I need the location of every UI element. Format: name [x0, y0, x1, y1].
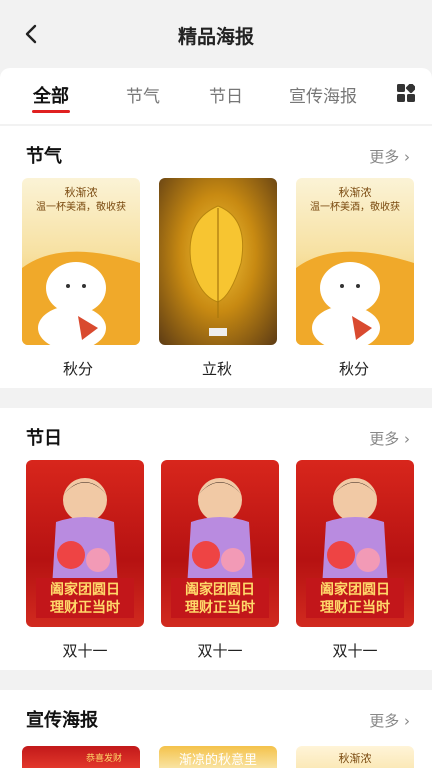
- poster-label: 双十一: [197, 642, 243, 660]
- svg-text:温一杯美酒，敬收获: 温一杯美酒，敬收获: [36, 200, 126, 213]
- section-title: 节气: [26, 146, 62, 167]
- svg-text:渐凉的秋意里: 渐凉的秋意里: [179, 752, 257, 768]
- more-link[interactable]: 更多 ›: [369, 146, 410, 167]
- poster-image: 阖家团圆日 理财正当时: [171, 478, 269, 618]
- svg-text:阖家团圆日: 阖家团圆日: [320, 581, 390, 598]
- poster-image: 恭喜发财: [86, 752, 122, 764]
- poster-card[interactable]: 渐凉的秋意里: [159, 746, 277, 768]
- grid-icon[interactable]: [397, 84, 415, 102]
- category-tab-bar: 全部 节气 节日 宣传海报: [0, 68, 432, 124]
- svg-text:阖家团圆日: 阖家团圆日: [50, 581, 120, 598]
- tab-all[interactable]: 全部: [33, 82, 69, 108]
- poster-image: 秋渐浓 温一杯美酒，敬收获: [22, 185, 140, 345]
- tab-promo-posters[interactable]: 宣传海报: [289, 82, 357, 107]
- poster-card[interactable]: 阖家团圆日 理财正当时: [161, 460, 279, 627]
- more-link[interactable]: 更多 ›: [369, 428, 410, 449]
- svg-text:秋渐浓: 秋渐浓: [339, 751, 372, 765]
- poster-card[interactable]: 秋渐浓 温一杯美酒，敬收获: [296, 178, 414, 345]
- section-promo-posters: 宣传海报 更多 › 恭喜发财 渐凉的秋意里 秋渐浓: [0, 690, 432, 768]
- page-title: 精品海报: [177, 26, 254, 48]
- poster-image: 阖家团圆日 理财正当时: [36, 478, 134, 618]
- poster-image: 阖家团圆日 理财正当时: [306, 478, 404, 618]
- svg-text:理财正当时: 理财正当时: [320, 599, 390, 616]
- svg-text:理财正当时: 理财正当时: [50, 599, 120, 616]
- active-tab-indicator: [32, 110, 70, 113]
- poster-label: 双十一: [62, 642, 108, 660]
- tab-festivals[interactable]: 节日: [209, 82, 243, 107]
- poster-card[interactable]: 秋渐浓 温一杯美酒，敬收获: [22, 178, 140, 345]
- svg-text:恭喜发财: 恭喜发财: [86, 752, 122, 764]
- poster-card[interactable]: [159, 178, 277, 345]
- poster-label: 秋分: [338, 360, 369, 378]
- section-title: 宣传海报: [26, 710, 98, 731]
- svg-text:理财正当时: 理财正当时: [185, 599, 255, 616]
- section-festivals: 节日 更多 › 阖家团圆日 理财正当时 阖家团圆日 理财正当时 阖家团圆日 理财…: [0, 408, 432, 670]
- poster-card[interactable]: 恭喜发财: [22, 746, 140, 768]
- more-link[interactable]: 更多 ›: [369, 710, 410, 731]
- poster-label: 双十一: [332, 642, 378, 660]
- poster-card[interactable]: 阖家团圆日 理财正当时: [26, 460, 144, 627]
- poster-card[interactable]: 秋渐浓: [296, 746, 414, 768]
- svg-text:秋渐浓: 秋渐浓: [65, 185, 98, 199]
- poster-label: 秋分: [62, 360, 93, 378]
- top-app-bar: 精品海报: [0, 0, 432, 68]
- svg-text:阖家团圆日: 阖家团圆日: [185, 581, 255, 598]
- section-solar-terms: 节气 更多 › 秋渐浓 温一杯美酒，敬收获 秋渐浓 温一杯美酒，敬收获 秋分 立…: [0, 126, 432, 388]
- poster-image: [189, 205, 244, 336]
- svg-text:秋渐浓: 秋渐浓: [339, 185, 372, 199]
- svg-text:温一杯美酒，敬收获: 温一杯美酒，敬收获: [310, 200, 400, 213]
- poster-label: 立秋: [201, 360, 232, 378]
- poster-image: 秋渐浓: [339, 751, 372, 765]
- poster-image: 渐凉的秋意里: [179, 752, 257, 768]
- poster-image: 秋渐浓 温一杯美酒，敬收获: [296, 185, 414, 345]
- poster-card[interactable]: 阖家团圆日 理财正当时: [296, 460, 414, 627]
- section-title: 节日: [26, 428, 62, 449]
- tab-solar-terms[interactable]: 节气: [126, 82, 160, 107]
